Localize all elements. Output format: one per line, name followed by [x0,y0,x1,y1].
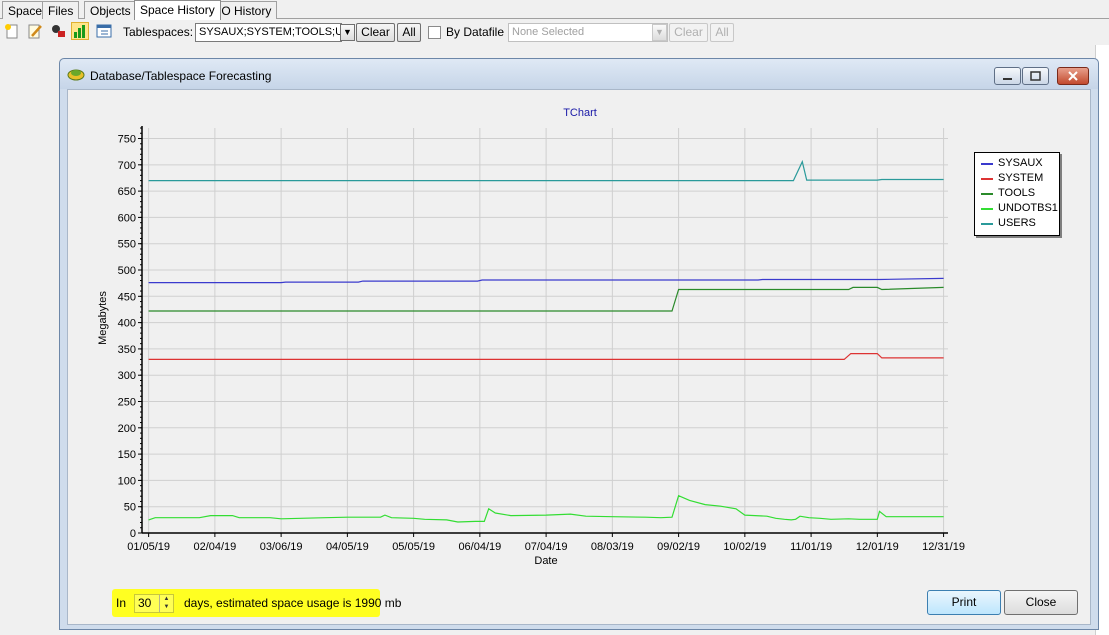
tablespaces-all-button[interactable]: All [397,23,421,42]
tab-files[interactable]: Files [42,1,80,19]
dialog-titlebar[interactable]: Database/Tablespace Forecasting [60,59,1098,89]
y-tick-label: 500 [118,265,136,277]
forecast-summary: days, estimated space usage is 1990 mb [184,596,402,610]
maximize-icon [1030,71,1041,81]
forecast-prefix: In [116,596,127,610]
y-tick-label: 750 [118,134,136,146]
y-tick-label: 350 [118,344,136,356]
x-axis-label: Date [534,555,557,567]
y-tick-label: 250 [118,397,136,409]
x-tick-label: 11/01/19 [790,541,832,553]
spin-down-icon[interactable]: ▼ [160,603,173,611]
datafile-clear-button[interactable]: Clear [669,23,708,42]
datafile-select[interactable]: None Selected [508,23,668,42]
dialog-client-area: TChart 0 50 100 150 200 250 300 350 400 450 500 550… [67,89,1091,625]
tab-bar: Space Files Objects Space History IO His… [0,0,1109,20]
chevron-down-icon: ▼ [655,27,664,37]
y-tick-label: 300 [118,370,136,382]
y-tick-label: 600 [118,212,136,224]
new-report-icon[interactable] [4,23,20,39]
x-tick-label: 09/02/19 [657,541,700,553]
x-tick-label: 12/01/19 [856,541,899,553]
days-spinner-arrows[interactable]: ▲ ▼ [159,595,173,612]
forecast-chart: 0 50 100 150 200 250 300 350 400 450 500 550 600 650 7… [97,126,965,567]
y-tick-label: 150 [118,449,136,461]
x-tick-label: 12/31/19 [922,541,965,553]
y-tick-label: 100 [118,475,136,487]
x-tick-label: 04/05/19 [326,541,369,553]
close-window-button[interactable] [1057,67,1089,85]
database-icon [67,69,85,81]
y-tick-label: 450 [118,291,136,303]
y-tick-label: 700 [118,160,136,172]
y-axis-label: Megabytes [97,291,109,345]
legend-label: TOOLS [998,187,1036,199]
bar-chart-icon[interactable] [71,22,89,40]
chevron-down-icon: ▼ [343,27,352,37]
x-tick-label: 08/03/19 [591,541,634,553]
x-tick-label: 03/06/19 [260,541,303,553]
print-button[interactable]: Print [927,590,1001,615]
tab-space-history[interactable]: Space History [134,0,221,20]
datafile-dropdown-button[interactable]: ▼ [652,24,667,41]
tablespaces-clear-button[interactable]: Clear [356,23,395,42]
y-tick-label: 650 [118,186,136,198]
legend-label: SYSAUX [998,157,1043,169]
tab-objects[interactable]: Objects [84,1,137,19]
legend-swatch [981,193,993,195]
legend-swatch [981,208,993,210]
legend-label: USERS [998,217,1036,229]
forecasting-dialog: Database/Tablespace Forecasting TChart 0… [59,58,1099,630]
by-datafile-label: By Datafile [446,25,505,39]
legend-label: SYSTEM [998,172,1044,184]
minimize-button[interactable] [994,67,1021,85]
x-tick-label: 06/04/19 [458,541,501,553]
x-tick-label: 02/04/19 [193,541,236,553]
toolbar: Tablespaces: SYSAUX;SYSTEM;TOOLS;UNI ▼ C… [0,19,1109,45]
y-tick-label: 200 [118,423,136,435]
tablespaces-label: Tablespaces: [123,25,194,39]
y-tick-label: 400 [118,318,136,330]
plot-area [142,128,948,533]
y-tick-label: 50 [124,502,136,514]
x-tick-label: 01/05/19 [127,541,170,553]
legend-swatch [981,163,993,165]
edit-icon[interactable] [27,23,43,39]
chart-legend: SYSAUX SYSTEM TOOLS UNDOTBS1 USERS [974,152,1060,236]
by-datafile-checkbox[interactable] [428,26,441,39]
datafile-all-button[interactable]: All [710,23,734,42]
legend-label: UNDOTBS1 [998,202,1058,214]
x-tick-label: 05/05/19 [392,541,435,553]
legend-swatch [981,223,993,225]
tablespaces-dropdown-button[interactable]: ▼ [340,24,355,41]
y-tick-label: 550 [118,239,136,251]
close-button[interactable]: Close [1004,590,1078,615]
x-tick-label: 10/02/19 [723,541,766,553]
maximize-button[interactable] [1022,67,1049,85]
legend-swatch [981,178,993,180]
minimize-icon [1003,78,1012,80]
x-tick-label: 07/04/19 [525,541,568,553]
close-icon [1068,71,1078,81]
tablespaces-select[interactable]: SYSAUX;SYSTEM;TOOLS;UNI [195,23,342,42]
tools-icon[interactable] [50,23,66,39]
dialog-title: Database/Tablespace Forecasting [90,69,272,83]
spin-up-icon[interactable]: ▲ [160,595,173,603]
table-chart-icon[interactable] [96,23,112,39]
tab-io-history[interactable]: IO History [212,1,278,19]
y-tick-label: 0 [130,528,136,540]
